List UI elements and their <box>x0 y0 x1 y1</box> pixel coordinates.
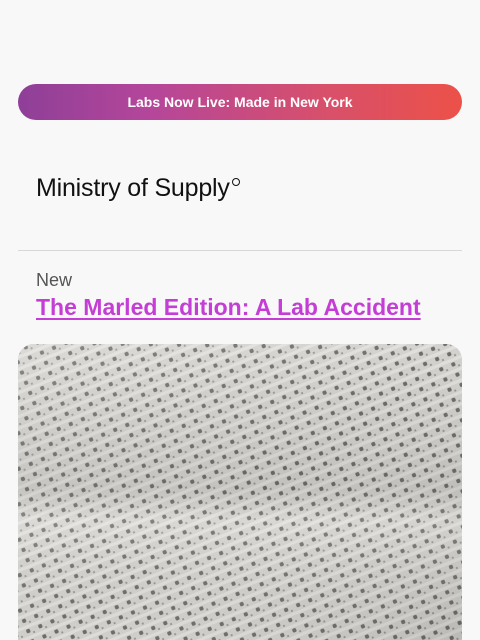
article-eyebrow: New <box>36 270 73 290</box>
section-divider <box>18 250 462 251</box>
brand-logo[interactable]: Ministry of Supply <box>36 168 240 208</box>
logo-degree-icon <box>231 178 240 186</box>
email-page: Labs Now Live: Made in New York Ministry… <box>0 0 480 640</box>
fabric-texture-icon <box>18 344 462 640</box>
article-headline-link[interactable]: The Marled Edition: A Lab Accident <box>36 292 421 322</box>
labs-announcement-banner[interactable]: Labs Now Live: Made in New York <box>18 84 462 120</box>
brand-logo-wordmark: Ministry of Supply <box>36 174 230 202</box>
hero-fabric-image[interactable] <box>18 344 462 640</box>
